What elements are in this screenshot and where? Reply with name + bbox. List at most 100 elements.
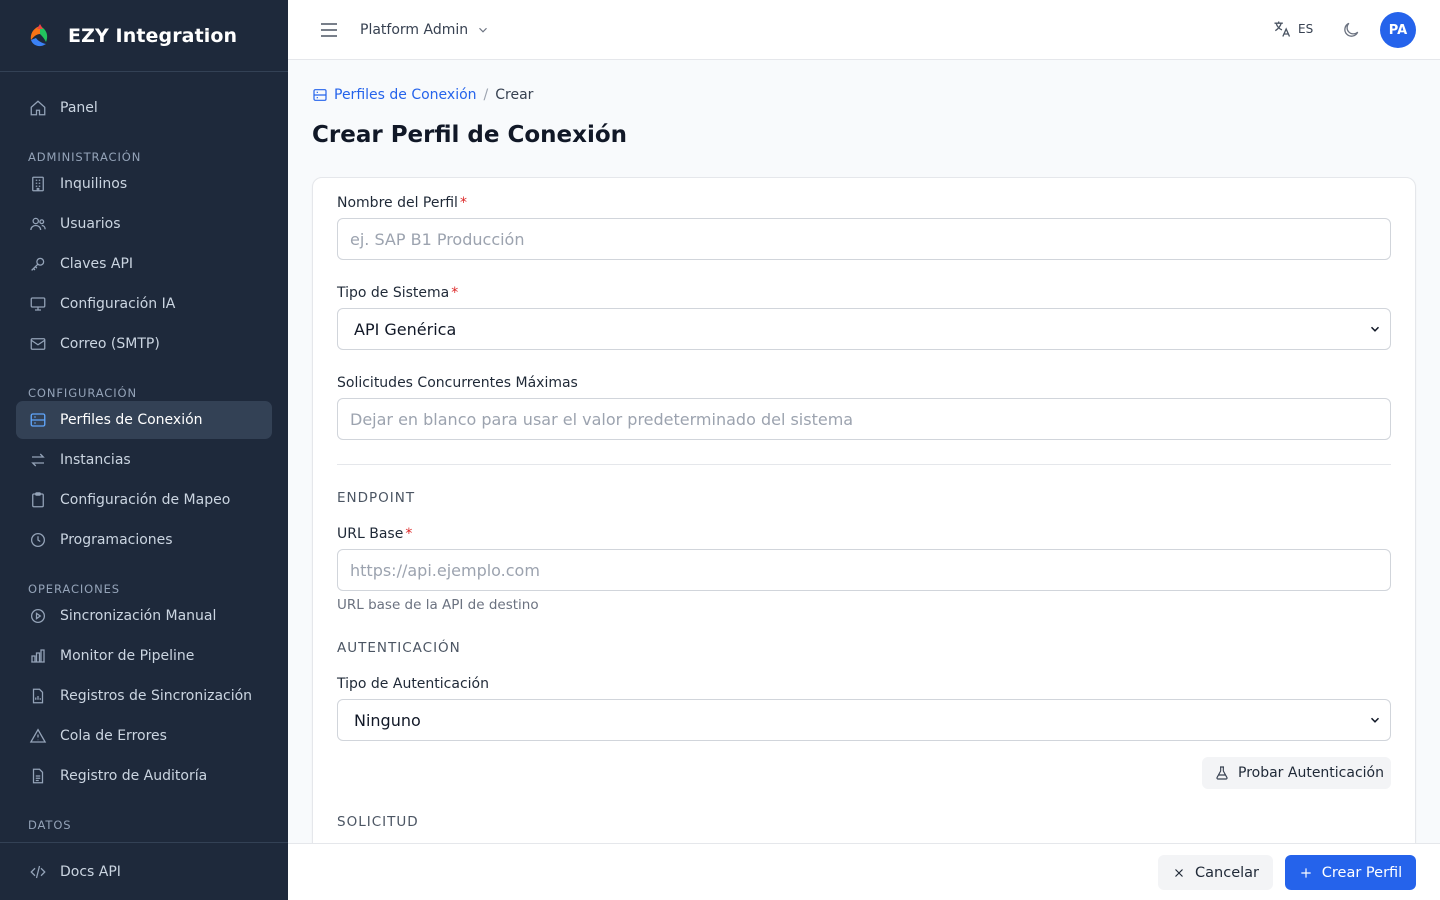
- server-icon: [313, 89, 327, 101]
- sidebar-bottom: Docs API: [0, 842, 288, 900]
- brand-name: EZY Integration: [68, 24, 238, 47]
- sidebar-item-label: Usuarios: [60, 216, 121, 232]
- base-url-help: URL base de la API de destino: [337, 597, 539, 613]
- sidebar-item-docs-api[interactable]: Docs API: [16, 853, 272, 891]
- chevron-down-icon: [479, 27, 488, 33]
- required-marker: *: [451, 285, 459, 301]
- plus-icon: [1301, 867, 1311, 878]
- moon-icon: [1344, 22, 1359, 37]
- system-type-value: API Genérica: [354, 319, 457, 339]
- sidebar-item-label: Instancias: [60, 452, 131, 468]
- system-type-select[interactable]: API Genérica: [337, 308, 1391, 350]
- bar-chart-icon: [28, 646, 48, 666]
- base-url-label: URL Base *: [337, 526, 412, 542]
- sidebar-item-label: Registro de Auditoría: [60, 768, 208, 784]
- sidebar-item-registro-auditoria[interactable]: Registro de Auditoría: [16, 757, 272, 795]
- brand[interactable]: EZY Integration: [0, 0, 288, 72]
- brand-logo-icon: [30, 23, 48, 46]
- test-auth-button[interactable]: Probar Autenticación: [1202, 757, 1391, 789]
- swap-icon: [28, 450, 48, 470]
- endpoint-section-title: ENDPOINT: [337, 490, 416, 506]
- cancel-button[interactable]: Cancelar: [1158, 855, 1273, 890]
- sidebar-item-panel[interactable]: Panel: [16, 89, 272, 127]
- section-label-data: DATOS: [28, 818, 72, 832]
- sidebar-item-label: Cola de Errores: [60, 728, 167, 744]
- section-label-ops: OPERACIONES: [28, 582, 120, 596]
- sidebar-item-inquilinos[interactable]: Inquilinos: [16, 165, 272, 203]
- base-url-label-text: URL Base: [337, 526, 404, 542]
- key-icon: [28, 254, 48, 274]
- language-code: ES: [1298, 22, 1314, 36]
- hamburger-icon: [321, 23, 337, 37]
- profile-name-label: Nombre del Perfil *: [337, 195, 467, 211]
- translate-icon: [1274, 21, 1291, 37]
- flask-icon: [1216, 766, 1228, 780]
- mail-icon: [28, 334, 48, 354]
- system-type-label: Tipo de Sistema *: [337, 285, 458, 301]
- profile-name-label-text: Nombre del Perfil: [337, 195, 458, 211]
- theme-toggle-button[interactable]: [1340, 19, 1362, 41]
- top-header: Platform Admin ES PA: [288, 0, 1440, 60]
- sidebar-item-sincronizacion-manual[interactable]: Sincronización Manual: [16, 597, 272, 635]
- sidebar-item-label: Registros de Sincronización: [60, 688, 253, 704]
- sidebar-item-label: Docs API: [60, 864, 121, 880]
- sidebar-item-correo-smtp[interactable]: Correo (SMTP): [16, 325, 272, 363]
- max-requests-label: Solicitudes Concurrentes Máximas: [337, 375, 578, 391]
- breadcrumb-link-perfiles[interactable]: Perfiles de Conexión: [312, 87, 477, 103]
- cancel-label: Cancelar: [1195, 864, 1259, 881]
- system-type-label-text: Tipo de Sistema: [337, 285, 450, 301]
- close-icon: [1175, 868, 1183, 877]
- create-profile-button[interactable]: Crear Perfil: [1285, 855, 1416, 890]
- server-icon: [28, 410, 48, 430]
- tenant-selector[interactable]: Platform Admin: [360, 20, 490, 40]
- max-requests-input[interactable]: [337, 398, 1391, 440]
- menu-toggle-button[interactable]: [318, 20, 340, 40]
- breadcrumb-current: Crear: [495, 87, 534, 103]
- profile-name-input[interactable]: [337, 218, 1391, 260]
- section-label-config: CONFIGURACIÓN: [28, 386, 137, 400]
- sidebar-item-monitor-pipeline[interactable]: Monitor de Pipeline: [16, 637, 272, 675]
- auth-section-title: AUTENTICACIÓN: [337, 640, 461, 656]
- sidebar-item-label: Claves API: [60, 256, 134, 272]
- clock-icon: [28, 530, 48, 550]
- sidebar: EZY Integration Panel ADMINISTRACIÓN Inq…: [0, 0, 288, 900]
- home-icon: [28, 98, 48, 118]
- chevron-down-icon: [1370, 717, 1380, 723]
- sidebar-item-registros-sincronizacion[interactable]: Registros de Sincronización: [16, 677, 272, 715]
- sidebar-item-configuracion-mapeo[interactable]: Configuración de Mapeo: [16, 481, 272, 519]
- page-title: Crear Perfil de Conexión: [312, 122, 628, 148]
- file-text-icon: [28, 766, 48, 786]
- monitor-icon: [28, 294, 48, 314]
- sidebar-item-label: Correo (SMTP): [60, 336, 160, 352]
- section-divider: [337, 464, 1391, 465]
- breadcrumb-parent-label: Perfiles de Conexión: [334, 87, 477, 103]
- sidebar-item-usuarios[interactable]: Usuarios: [16, 205, 272, 243]
- sidebar-item-cola-errores[interactable]: Cola de Errores: [16, 717, 272, 755]
- auth-type-select[interactable]: Ninguno: [337, 699, 1391, 741]
- sidebar-item-perfiles-conexion[interactable]: Perfiles de Conexión: [16, 401, 272, 439]
- sidebar-item-instancias[interactable]: Instancias: [16, 441, 272, 479]
- request-section-title: SOLICITUD: [337, 814, 419, 830]
- sidebar-item-label: Sincronización Manual: [60, 608, 217, 624]
- section-label-admin: ADMINISTRACIÓN: [28, 150, 142, 164]
- sidebar-item-label: Panel: [60, 100, 98, 116]
- clipboard-icon: [28, 490, 48, 510]
- sidebar-item-label: Inquilinos: [60, 176, 128, 192]
- base-url-input[interactable]: [337, 549, 1391, 591]
- code-icon: [28, 862, 48, 882]
- auth-type-value: Ninguno: [354, 710, 421, 730]
- play-circle-icon: [28, 606, 48, 626]
- sidebar-item-label: Configuración IA: [60, 296, 176, 312]
- sidebar-item-label: Perfiles de Conexión: [60, 412, 203, 428]
- building-icon: [28, 174, 48, 194]
- users-icon: [28, 214, 48, 234]
- chevron-down-icon: [1370, 326, 1380, 332]
- warning-icon: [28, 726, 48, 746]
- language-switcher[interactable]: ES: [1272, 19, 1313, 39]
- auth-type-label: Tipo de Autenticación: [337, 676, 489, 692]
- file-chart-icon: [28, 686, 48, 706]
- sidebar-item-programaciones[interactable]: Programaciones: [16, 521, 272, 559]
- sidebar-item-claves-api[interactable]: Claves API: [16, 245, 272, 283]
- user-avatar[interactable]: PA: [1380, 12, 1416, 48]
- sidebar-item-configuracion-ia[interactable]: Configuración IA: [16, 285, 272, 323]
